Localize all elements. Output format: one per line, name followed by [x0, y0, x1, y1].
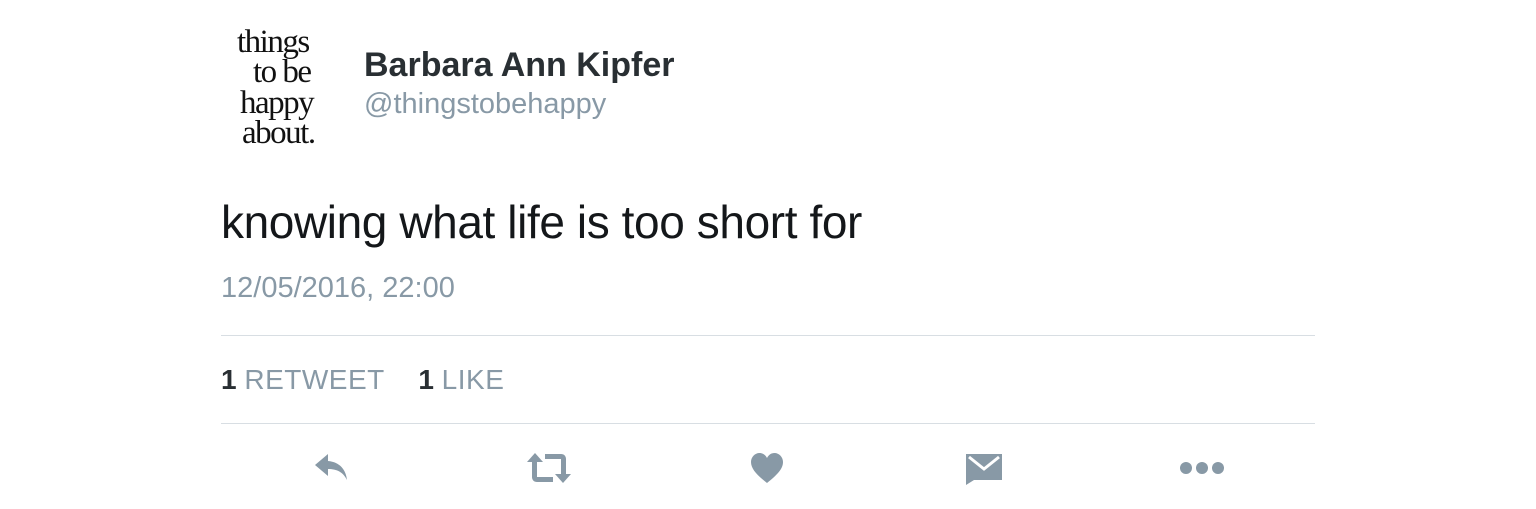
- retweet-icon: [525, 450, 573, 486]
- tweet-actions: [221, 440, 1315, 496]
- envelope-icon: [964, 450, 1004, 486]
- reply-button[interactable]: [304, 440, 360, 496]
- tweet-header: things to be happy about. Barbara Ann Ki…: [221, 22, 921, 152]
- more-icon: [1179, 461, 1225, 475]
- tweet-text: knowing what life is too short for: [221, 196, 862, 248]
- like-count: 1: [418, 364, 434, 395]
- like-button[interactable]: [739, 440, 795, 496]
- display-name[interactable]: Barbara Ann Kipfer: [364, 46, 674, 85]
- tweet-timestamp: 12/05/2016, 22:00: [221, 272, 455, 304]
- tweet-detail: things to be happy about. Barbara Ann Ki…: [221, 0, 1315, 509]
- retweet-button[interactable]: [521, 440, 577, 496]
- divider: [221, 335, 1315, 336]
- avatar-text-line: about.: [242, 115, 316, 151]
- more-button[interactable]: [1174, 440, 1230, 496]
- user-handle[interactable]: @thingstobehappy: [364, 88, 606, 121]
- retweet-stat[interactable]: 1 RETWEET: [221, 364, 393, 395]
- heart-icon: [749, 451, 785, 485]
- like-stat[interactable]: 1 LIKE: [418, 364, 504, 395]
- tweet-stats: 1 RETWEET 1 LIKE: [221, 364, 504, 396]
- divider: [221, 423, 1315, 424]
- reply-icon: [312, 450, 352, 486]
- retweet-count: 1: [221, 364, 237, 395]
- avatar[interactable]: things to be happy about.: [231, 24, 341, 150]
- direct-message-button[interactable]: [956, 440, 1012, 496]
- like-label: LIKE: [441, 364, 505, 395]
- retweet-label: RETWEET: [244, 364, 385, 395]
